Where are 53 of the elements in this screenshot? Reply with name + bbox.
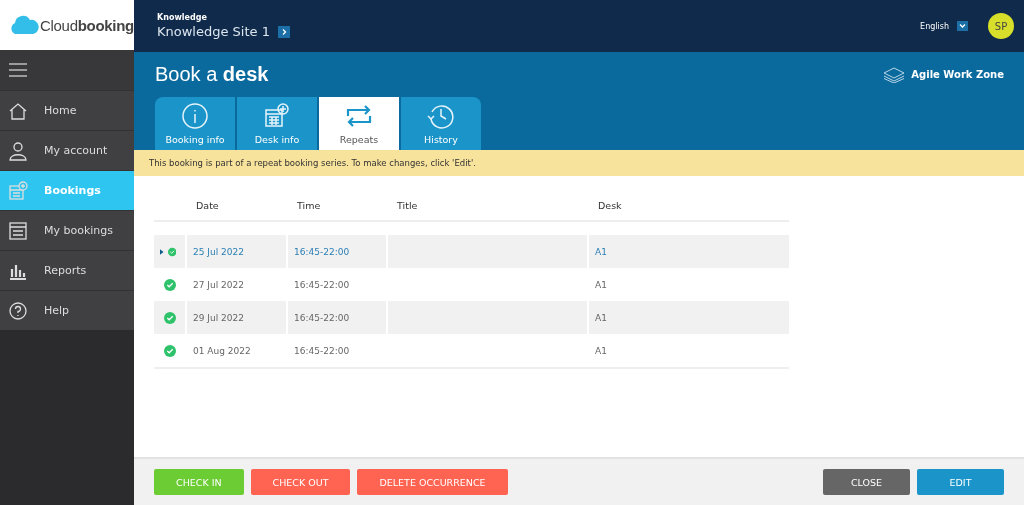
sidebar-item[interactable]: Help bbox=[0, 290, 134, 330]
table-cell: A1 bbox=[595, 312, 607, 323]
chevron-down-icon[interactable] bbox=[957, 21, 968, 31]
cloud-icon bbox=[9, 15, 39, 35]
tab[interactable]: Desk info bbox=[237, 97, 317, 150]
sidebar-item[interactable]: My bookings bbox=[0, 210, 134, 250]
table-cell: 25 Jul 2022 bbox=[193, 246, 244, 257]
table-cell: 16:45-22:00 bbox=[294, 345, 350, 356]
tab[interactable]: History bbox=[401, 97, 481, 150]
page-title: Book a desk bbox=[155, 63, 269, 86]
layers-icon bbox=[883, 66, 906, 83]
action-button[interactable]: DELETE OCCURRENCE bbox=[357, 469, 508, 495]
language-select[interactable]: English bbox=[920, 21, 949, 31]
calendar-icon bbox=[8, 180, 28, 201]
column-header: Time bbox=[297, 199, 322, 211]
sidebar-item[interactable]: Home bbox=[0, 90, 134, 130]
info-icon bbox=[181, 102, 209, 130]
help-icon bbox=[8, 300, 28, 321]
person-icon bbox=[8, 140, 28, 161]
column-header: Date bbox=[196, 199, 220, 211]
table-cell: 16:45-22:00 bbox=[294, 312, 350, 323]
sidebar-item[interactable]: My account bbox=[0, 130, 134, 170]
table-row[interactable]: 29 Jul 2022 16:45-22:00 A1 bbox=[154, 301, 789, 334]
table-row[interactable]: 01 Aug 2022 16:45-22:00 A1 bbox=[154, 334, 789, 369]
column-header: Desk bbox=[598, 199, 623, 211]
table-cell: A1 bbox=[595, 345, 607, 356]
table-cell: 29 Jul 2022 bbox=[193, 312, 244, 323]
user-avatar[interactable]: SP bbox=[988, 13, 1014, 39]
chevron-right-icon[interactable] bbox=[277, 25, 290, 38]
menu-icon[interactable] bbox=[9, 63, 27, 77]
table-row[interactable]: 25 Jul 2022 16:45-22:00 A1 bbox=[154, 235, 789, 268]
table-cell: A1 bbox=[595, 279, 607, 290]
site-label: Knowledge bbox=[157, 13, 208, 22]
notice-banner: This booking is part of a repeat booking series. To make changes, click 'Edit'. bbox=[134, 150, 1024, 176]
table-cell: 16:45-22:00 bbox=[294, 246, 350, 257]
caret-icon bbox=[160, 247, 164, 256]
tab[interactable]: Booking info bbox=[155, 97, 235, 150]
action-button[interactable]: CHECK OUT bbox=[250, 469, 351, 495]
action-button[interactable]: CLOSE bbox=[823, 469, 910, 495]
calendar-icon bbox=[263, 102, 291, 130]
sidebar-item[interactable]: Reports bbox=[0, 250, 134, 290]
column-header: Title bbox=[397, 199, 419, 211]
table-cell: 01 Aug 2022 bbox=[193, 345, 251, 356]
site-name: Knowledge Site 1 bbox=[157, 24, 270, 39]
tab[interactable]: Repeats bbox=[319, 97, 399, 150]
list-icon bbox=[8, 220, 28, 241]
history-icon bbox=[427, 102, 455, 130]
table-cell: 16:45-22:00 bbox=[294, 279, 350, 290]
action-button[interactable]: EDIT bbox=[917, 469, 1004, 495]
zone-name: Agile Work Zone bbox=[911, 69, 1004, 80]
table-cell: A1 bbox=[595, 246, 607, 257]
logo-text: Cloudbooking bbox=[40, 16, 134, 34]
table-cell: 27 Jul 2022 bbox=[193, 279, 244, 290]
